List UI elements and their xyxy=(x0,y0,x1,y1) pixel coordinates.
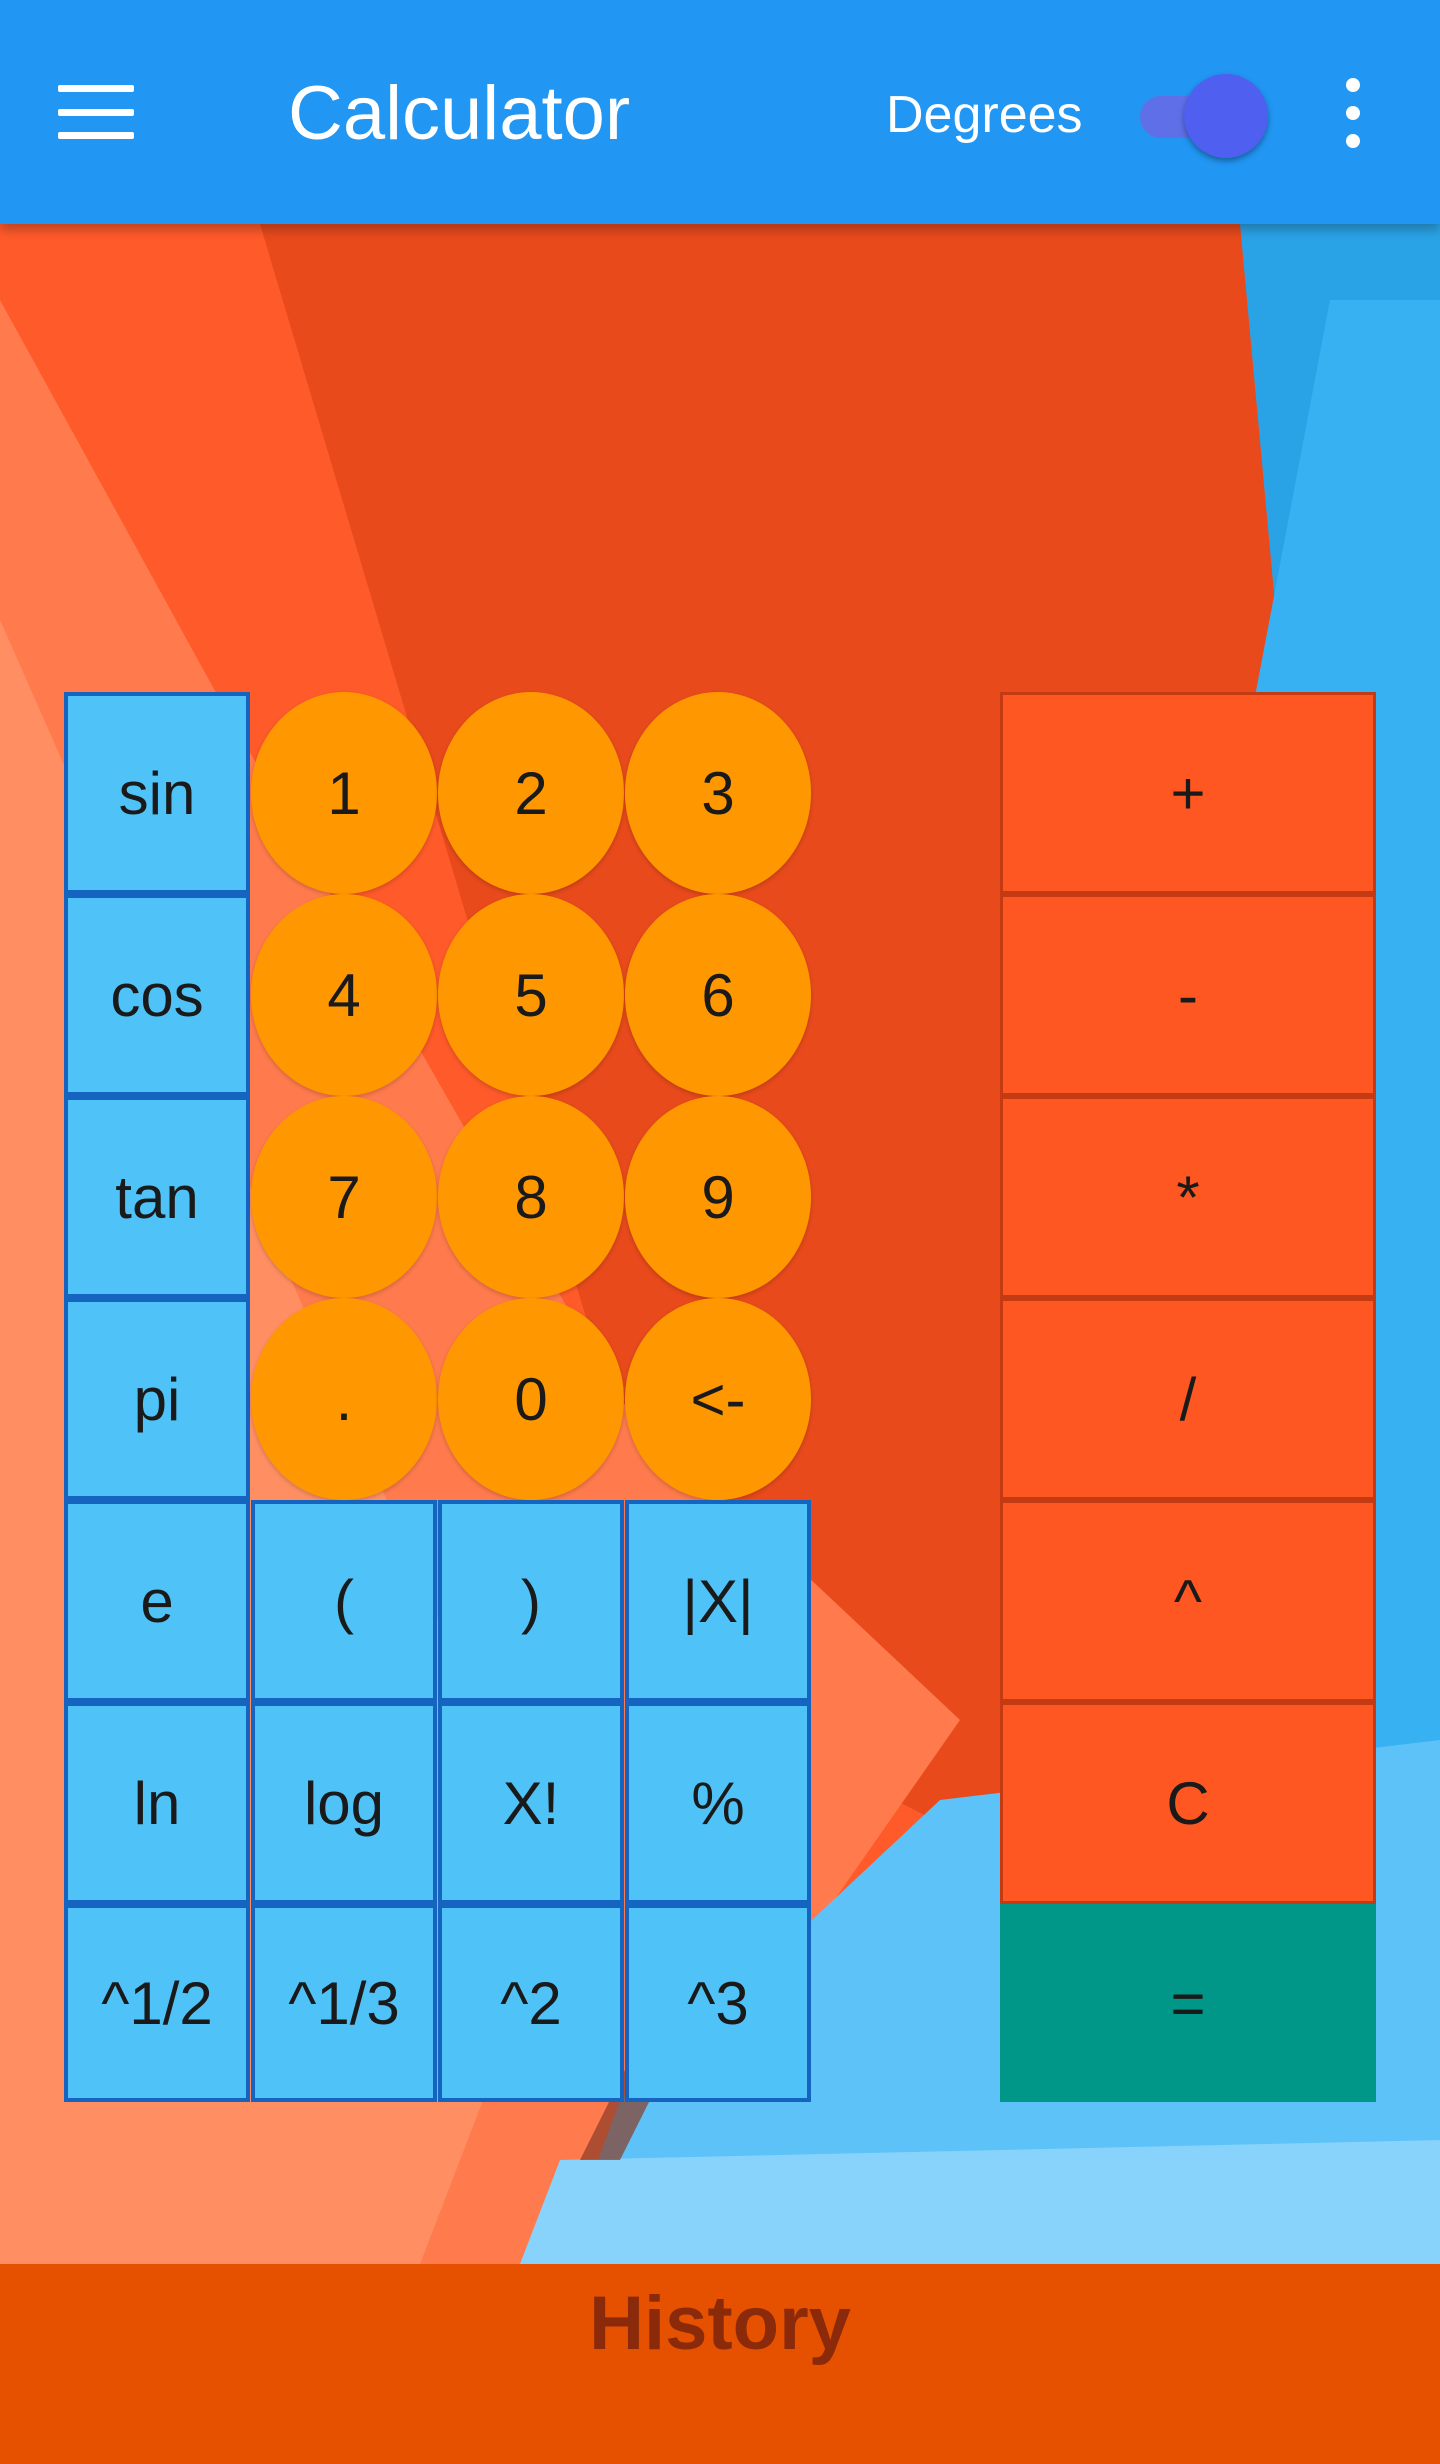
digit-4-button[interactable]: 4 xyxy=(251,894,437,1096)
menu-icon[interactable] xyxy=(58,85,134,139)
digit-6-button[interactable]: 6 xyxy=(625,894,811,1096)
square-button[interactable]: ^2 xyxy=(438,1904,624,2102)
sqrt-button[interactable]: ^1/2 xyxy=(64,1904,250,2102)
history-label: History xyxy=(589,2281,851,2366)
cube-button[interactable]: ^3 xyxy=(625,1904,811,2102)
degrees-toggle-switch[interactable] xyxy=(1136,74,1270,158)
digit-9-button[interactable]: 9 xyxy=(625,1096,811,1298)
more-vert-icon[interactable] xyxy=(1332,78,1372,148)
app-title: Calculator xyxy=(288,71,631,156)
cos-button[interactable]: cos xyxy=(64,894,250,1096)
log-button[interactable]: log xyxy=(251,1702,437,1904)
percent-button[interactable]: % xyxy=(625,1702,811,1904)
clear-button[interactable]: C xyxy=(1000,1702,1376,1904)
e-button[interactable]: e xyxy=(64,1500,250,1702)
plus-button[interactable]: + xyxy=(1000,692,1376,894)
close-paren-button[interactable]: ) xyxy=(438,1500,624,1702)
switch-thumb xyxy=(1184,74,1268,158)
open-paren-button[interactable]: ( xyxy=(251,1500,437,1702)
app-bar: Calculator Degrees xyxy=(0,0,1440,224)
factorial-button[interactable]: X! xyxy=(438,1702,624,1904)
minus-button[interactable]: - xyxy=(1000,894,1376,1096)
digit-1-button[interactable]: 1 xyxy=(251,692,437,894)
digit-5-button[interactable]: 5 xyxy=(438,894,624,1096)
equals-button[interactable]: = xyxy=(1000,1904,1376,2102)
cube-root-button[interactable]: ^1/3 xyxy=(251,1904,437,2102)
tan-button[interactable]: tan xyxy=(64,1096,250,1298)
ln-button[interactable]: ln xyxy=(64,1702,250,1904)
digit-3-button[interactable]: 3 xyxy=(625,692,811,894)
divide-button[interactable]: / xyxy=(1000,1298,1376,1500)
digit-8-button[interactable]: 8 xyxy=(438,1096,624,1298)
degrees-mode-label: Degrees xyxy=(886,86,1083,144)
backspace-button[interactable]: <- xyxy=(625,1298,811,1500)
digit-0-button[interactable]: 0 xyxy=(438,1298,624,1500)
sin-button[interactable]: sin xyxy=(64,692,250,894)
decimal-point-button[interactable]: . xyxy=(251,1298,437,1500)
abs-button[interactable]: |X| xyxy=(625,1500,811,1702)
pi-button[interactable]: pi xyxy=(64,1298,250,1500)
history-bar[interactable]: History xyxy=(0,2264,1440,2464)
digit-2-button[interactable]: 2 xyxy=(438,692,624,894)
multiply-button[interactable]: * xyxy=(1000,1096,1376,1298)
digit-7-button[interactable]: 7 xyxy=(251,1096,437,1298)
power-button[interactable]: ^ xyxy=(1000,1500,1376,1702)
